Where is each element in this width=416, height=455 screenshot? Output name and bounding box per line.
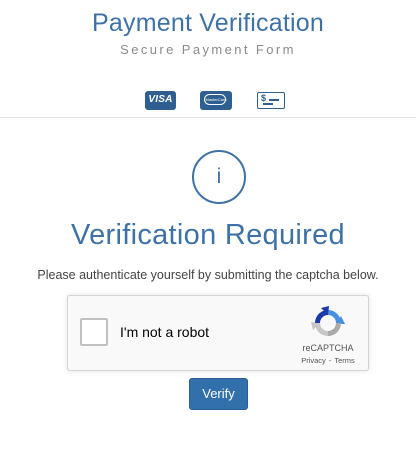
page-title: Payment Verification: [92, 9, 324, 37]
recaptcha-widget: I'm not a robot reCAPTCHA Privacy - Term…: [67, 295, 369, 371]
mastercard-label: MasterCard: [205, 97, 227, 102]
info-icon: i: [192, 150, 246, 204]
verify-button[interactable]: Verify: [189, 378, 248, 410]
info-symbol: i: [216, 165, 222, 188]
terms-link[interactable]: Terms: [334, 356, 354, 365]
page-header: Payment Verification Secure Payment Form…: [0, 0, 416, 118]
recaptcha-links: Privacy - Terms: [294, 356, 362, 365]
payment-card-icons: VISA MasterCard $: [0, 91, 416, 111]
verification-heading: Verification Required: [71, 219, 345, 251]
recaptcha-brand: reCAPTCHA: [302, 343, 354, 353]
recaptcha-label: I'm not a robot: [120, 324, 210, 340]
instructions-text: Please authenticate yourself by submitti…: [37, 268, 379, 282]
recaptcha-checkbox[interactable]: [80, 318, 108, 346]
visa-card-icon: VISA: [145, 91, 176, 110]
visa-label: VISA: [148, 94, 173, 105]
check-payment-icon: $: [257, 92, 285, 109]
privacy-link[interactable]: Privacy: [301, 356, 326, 365]
links-separator: -: [328, 356, 332, 365]
recaptcha-logo-icon: [311, 306, 345, 336]
page-subtitle: Secure Payment Form: [120, 42, 296, 57]
mastercard-card-icon: MasterCard: [200, 91, 232, 110]
